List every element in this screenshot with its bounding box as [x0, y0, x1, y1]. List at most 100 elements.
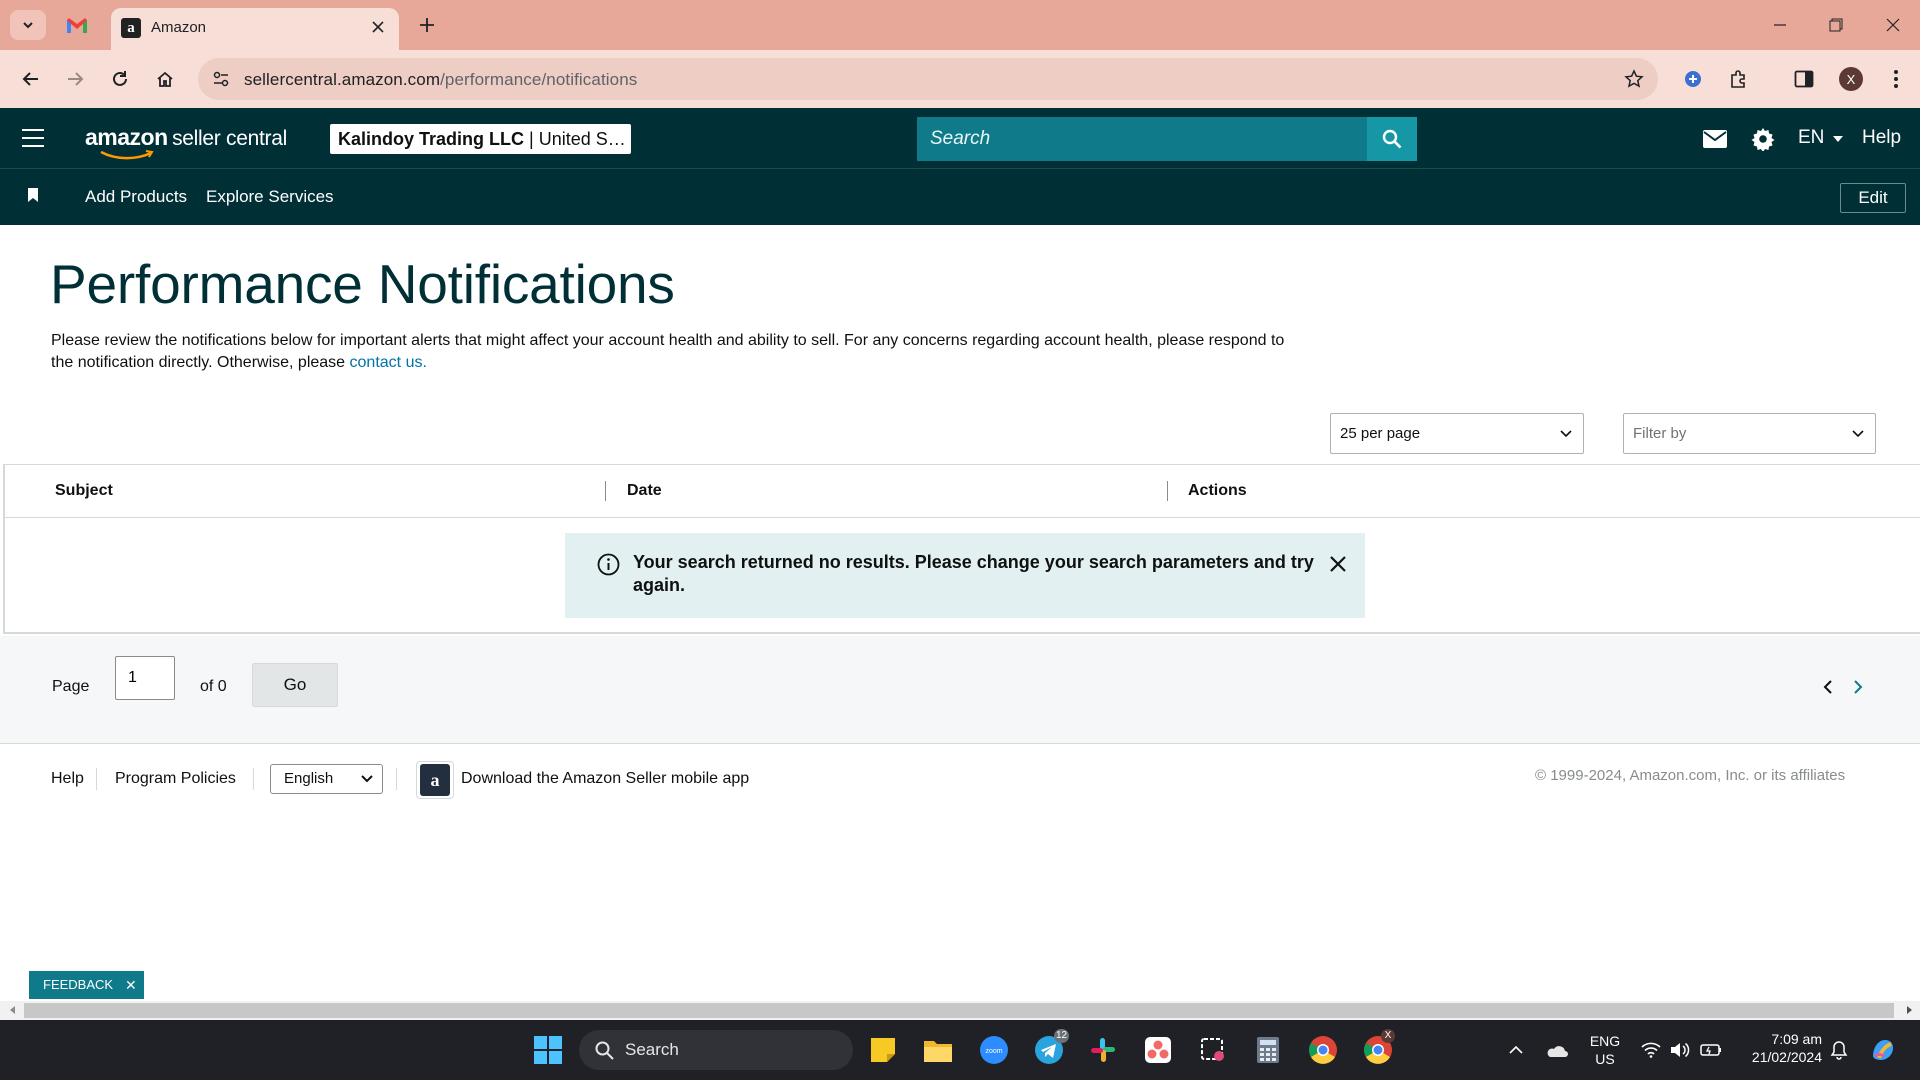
go-button[interactable]: Go [252, 663, 338, 707]
back-icon[interactable] [16, 64, 46, 94]
column-header-date[interactable]: Date [627, 482, 662, 500]
reload-icon[interactable] [105, 64, 135, 94]
gmail-icon [67, 17, 87, 33]
edit-bookmarks-button[interactable]: Edit [1840, 183, 1906, 213]
system-clock[interactable]: 7:09 am 21/02/2024 [1728, 1030, 1822, 1066]
close-alert-icon[interactable] [1327, 553, 1349, 575]
chrome-icon[interactable] [1306, 1033, 1340, 1067]
extensions-puzzle-icon[interactable] [1724, 64, 1754, 94]
column-header-actions[interactable]: Actions [1188, 482, 1247, 500]
minimize-icon[interactable] [1765, 10, 1795, 40]
no-results-alert: Your search returned no results. Please … [565, 533, 1365, 618]
amazon-bag-icon: a [420, 764, 450, 796]
close-tab-icon[interactable] [367, 16, 389, 38]
copyright-text: © 1999-2024, Amazon.com, Inc. or its aff… [1535, 767, 1846, 784]
account-region: United S… [538, 129, 626, 149]
volume-icon[interactable] [1663, 1033, 1697, 1067]
battery-icon[interactable] [1694, 1033, 1728, 1067]
gmail-tab[interactable] [64, 13, 90, 37]
account-name: Kalindoy Trading LLC [338, 129, 525, 149]
search-icon [595, 1041, 614, 1060]
active-tab[interactable]: a Amazon [111, 8, 399, 50]
per-page-select[interactable]: 25 per page [1330, 413, 1584, 454]
info-icon [597, 553, 620, 576]
lang-top: ENG [1589, 1033, 1621, 1049]
svg-text:zoom: zoom [985, 1048, 1002, 1055]
site-info-icon[interactable] [206, 64, 236, 94]
file-explorer-icon[interactable] [921, 1033, 955, 1067]
scrollbar-thumb[interactable] [24, 1003, 1894, 1018]
slack-icon[interactable] [1086, 1033, 1120, 1067]
filter-by-select[interactable]: Filter by [1623, 413, 1876, 454]
clock-date: 21/02/2024 [1751, 1049, 1822, 1065]
table-header-divider [5, 517, 1920, 518]
chevron-down-icon [361, 775, 373, 783]
subnav-add-products[interactable]: Add Products [85, 187, 187, 207]
telegram-icon[interactable]: 12 [1032, 1029, 1070, 1067]
page-number-input[interactable] [115, 656, 175, 700]
onedrive-icon[interactable] [1539, 1033, 1573, 1067]
column-divider [1167, 481, 1168, 501]
forward-icon[interactable] [60, 64, 90, 94]
home-icon[interactable] [150, 64, 180, 94]
scroll-right-icon[interactable] [1904, 1005, 1914, 1015]
profile-avatar[interactable]: X [1836, 64, 1866, 94]
search-input[interactable] [917, 117, 1367, 161]
language-selector[interactable]: EN [1798, 127, 1843, 149]
browser-menu-icon[interactable] [1881, 64, 1911, 94]
url-path: /performance/notifications [440, 70, 638, 89]
sticky-notes-icon[interactable] [866, 1033, 900, 1067]
footer-help-link[interactable]: Help [51, 770, 84, 788]
close-window-icon[interactable] [1878, 10, 1908, 40]
help-link[interactable]: Help [1862, 127, 1901, 149]
restore-icon[interactable] [1821, 10, 1851, 40]
chevron-down-icon [1852, 430, 1864, 438]
subnav-explore-services[interactable]: Explore Services [206, 187, 334, 207]
footer-divider [96, 768, 97, 790]
scroll-left-icon[interactable] [8, 1005, 18, 1015]
chevron-down-icon [1560, 430, 1572, 438]
copilot-icon[interactable] [1866, 1033, 1900, 1067]
extension-icon[interactable] [1678, 64, 1708, 94]
horizontal-scrollbar[interactable] [0, 1001, 1920, 1020]
footer-language-select[interactable]: English [270, 764, 383, 794]
contact-us-link[interactable]: contact us. [350, 354, 427, 371]
amazon-seller-central-logo[interactable]: amazon seller central [85, 124, 287, 160]
zoom-icon[interactable]: zoom [977, 1033, 1011, 1067]
pagination-bar: Page of 0 Go [0, 636, 1920, 744]
windows-start-icon[interactable] [531, 1033, 565, 1067]
feedback-button[interactable]: FEEDBACK ✕ [29, 971, 144, 999]
logo-product: seller central [172, 127, 287, 150]
lang-bottom: US [1595, 1051, 1615, 1067]
footer-divider [396, 768, 397, 790]
amazon-favicon-icon: a [121, 18, 141, 38]
chrome-profile-badge: X [1381, 1029, 1395, 1043]
chrome-profile-icon[interactable]: X [1361, 1029, 1395, 1067]
footer-program-policies-link[interactable]: Program Policies [115, 770, 236, 788]
taskbar-search[interactable]: Search [579, 1030, 853, 1070]
previous-page-icon[interactable] [1820, 679, 1836, 695]
snipping-tool-icon[interactable] [1196, 1033, 1230, 1067]
seller-app-icon[interactable]: a [416, 761, 454, 799]
close-feedback-icon[interactable]: ✕ [125, 971, 137, 999]
settings-gear-icon[interactable] [1749, 125, 1777, 153]
side-panel-icon[interactable] [1789, 64, 1819, 94]
calculator-icon[interactable] [1251, 1033, 1285, 1067]
search-button[interactable] [1367, 117, 1417, 161]
account-switcher[interactable]: Kalindoy Trading LLC | United S… [330, 124, 631, 154]
column-header-subject[interactable]: Subject [55, 482, 113, 500]
tray-overflow-icon[interactable] [1499, 1033, 1533, 1067]
input-language-indicator[interactable]: ENG US [1585, 1032, 1625, 1068]
mail-icon[interactable] [1701, 125, 1729, 153]
new-tab-icon[interactable] [414, 12, 440, 38]
notifications-bell-icon[interactable] [1822, 1033, 1856, 1067]
address-bar[interactable]: sellercentral.amazon.com/performance/not… [198, 58, 1658, 100]
bookmark-star-icon[interactable] [1622, 67, 1646, 91]
asana-icon[interactable] [1141, 1033, 1175, 1067]
page-description-text: Please review the notifications below fo… [51, 332, 1285, 371]
hamburger-menu-icon[interactable] [20, 126, 46, 150]
next-page-icon[interactable] [1850, 679, 1866, 695]
download-app-link[interactable]: Download the Amazon Seller mobile app [461, 770, 749, 788]
bookmark-icon[interactable] [25, 186, 41, 204]
tab-search-button[interactable] [10, 10, 46, 40]
